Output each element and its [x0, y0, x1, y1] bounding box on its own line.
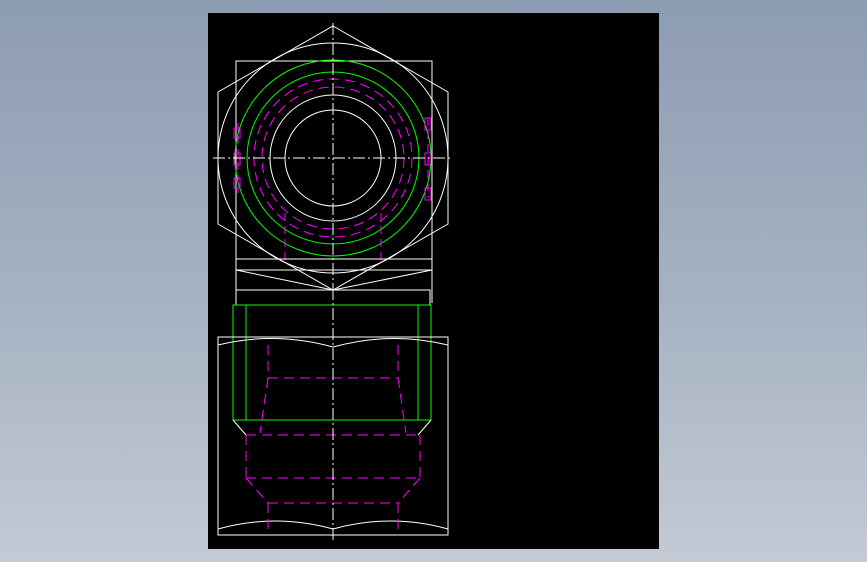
cad-viewport[interactable]: [208, 13, 659, 549]
front-view: [217, 258, 449, 543]
thread-chamfer-right: [417, 419, 432, 436]
hex-fitting-drawing: [213, 23, 453, 543]
thread-chamfer-left: [232, 419, 247, 436]
centerlines-top: [213, 23, 453, 288]
top-view: [213, 23, 453, 291]
